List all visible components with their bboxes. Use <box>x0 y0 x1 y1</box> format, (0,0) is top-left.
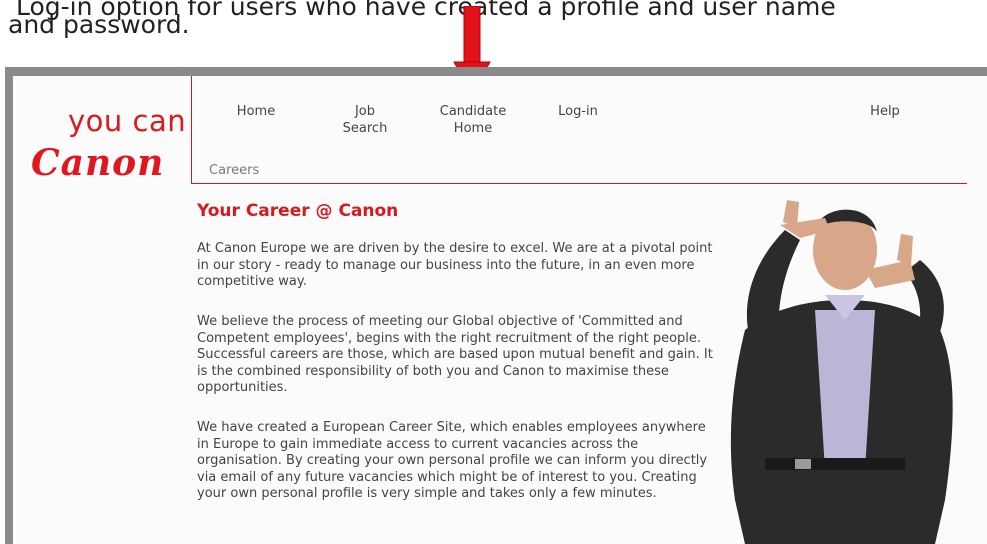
nav-candidate-home-label-1: Candidate <box>439 104 507 119</box>
canon-logo[interactable]: Canon <box>31 142 164 184</box>
nav-candidate-home[interactable]: Candidate Home <box>432 103 514 137</box>
person-framing-hands-image <box>730 200 953 544</box>
nav-home-label: Home <box>236 104 276 119</box>
intro-paragraph: At Canon Europe we are driven by the des… <box>197 241 713 289</box>
brand-tagline: you can <box>68 104 187 138</box>
nav-candidate-home-label-2: Home <box>453 121 493 136</box>
nav-job-search-label-2: Search <box>342 121 388 136</box>
nav-help-label: Help <box>870 104 900 119</box>
nav-help[interactable]: Help <box>860 103 910 120</box>
caption: Log-in option for users who have created… <box>8 0 836 40</box>
career-site-paragraph: We have created a European Career Site, … <box>197 420 708 501</box>
nav-login-label: Log-in <box>558 104 598 119</box>
nav-home[interactable]: Home <box>226 103 286 120</box>
caption-line-1: Log-in option for users who have created… <box>16 0 836 21</box>
nav-login[interactable]: Log-in <box>548 103 608 120</box>
breadcrumb[interactable]: Careers <box>209 163 259 178</box>
nav-divider-vertical <box>191 76 192 184</box>
nav-divider-horizontal <box>191 183 967 184</box>
page-title: Your Career @ Canon <box>197 201 399 221</box>
nav-job-search[interactable]: Job Search <box>330 103 400 137</box>
nav-job-search-label-1: Job <box>354 104 376 119</box>
recruitment-paragraph: We believe the process of meeting our Gl… <box>197 314 713 395</box>
